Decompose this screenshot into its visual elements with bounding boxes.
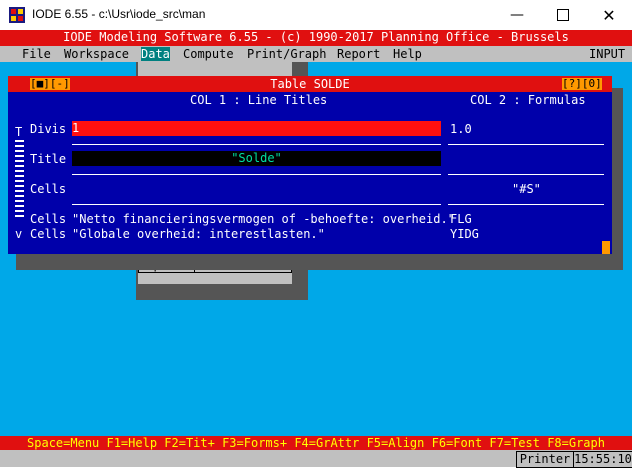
help-zoom-buttons[interactable]: [?][0] (562, 78, 602, 90)
row-label-title: Title (30, 152, 67, 166)
window-titlebar: IODE 6.55 - c:\Usr\iode_src\man — ✕ (0, 0, 632, 31)
col2-header: COL 2 : Formulas (470, 93, 586, 107)
divis-col1-field[interactable]: 1 (72, 121, 441, 136)
app-header: IODE Modeling Software 6.55 - (c) 1990-2… (0, 30, 632, 46)
mode-indicator: INPUT (589, 47, 626, 61)
row-divider (448, 144, 604, 145)
row-divider (72, 204, 441, 205)
divis-col2-field[interactable]: 1.0 (450, 122, 472, 136)
menu-file[interactable]: File (22, 47, 51, 61)
menu-bar: File Workspace Data Compute Print/Graph … (0, 46, 632, 62)
resize-handle[interactable] (602, 241, 610, 254)
maximize-icon (557, 9, 569, 21)
minimize-icon: — (510, 7, 524, 23)
cells-col1-field[interactable]: "Netto financieringsvermogen of -behoeft… (72, 212, 455, 226)
col1-header: COL 1 : Line Titles (190, 93, 328, 107)
table-window-titlebar: Table SOLDE [■][-] [?][0] (8, 76, 612, 92)
close-button[interactable]: ✕ (586, 0, 632, 30)
title-col1-field[interactable]: "Solde" (72, 151, 441, 166)
menu-data[interactable]: Data (141, 47, 170, 61)
maximize-button[interactable] (540, 0, 586, 30)
app-icon (9, 7, 25, 23)
close-icon: ✕ (602, 5, 616, 25)
cells-col2-field[interactable]: "#S" (512, 182, 541, 196)
menu-workspace[interactable]: Workspace (64, 47, 129, 61)
row-divider (72, 144, 441, 145)
menu-help[interactable]: Help (393, 47, 422, 61)
menu-report[interactable]: Report (337, 47, 380, 61)
row-divider (448, 204, 604, 205)
table-window-title: Table SOLDE (270, 77, 350, 91)
scroll-bottom-indicator[interactable]: v (15, 227, 22, 241)
cells-col2-field[interactable]: FLG (450, 212, 472, 226)
row-label-divis: Divis (30, 122, 67, 136)
row-label-cells: Cells (30, 182, 67, 196)
printer-status: Printer (516, 451, 574, 468)
menu-print-graph[interactable]: Print/Graph (247, 47, 326, 61)
menu-compute[interactable]: Compute (183, 47, 234, 61)
minimize-button[interactable]: — (494, 0, 540, 30)
window-title: IODE 6.55 - c:\Usr\iode_src\man (32, 7, 206, 21)
row-label-cells: Cells (30, 227, 67, 241)
row-divider (448, 174, 604, 175)
scroll-top-indicator[interactable]: T (15, 125, 22, 139)
row-label-cells: Cells (30, 212, 67, 226)
window-control-buttons[interactable]: [■][-] (30, 78, 70, 90)
cells-col2-field[interactable]: YIDG (450, 227, 479, 241)
vertical-scrollbar[interactable] (15, 140, 24, 232)
clock: 15:55:10 (573, 451, 632, 468)
row-divider (72, 174, 441, 175)
function-key-bar: Space=Menu F1=Help F2=Tit+ F3=Forms+ F4=… (0, 436, 632, 450)
cells-col1-field[interactable]: "Globale overheid: interestlasten." (72, 227, 325, 241)
